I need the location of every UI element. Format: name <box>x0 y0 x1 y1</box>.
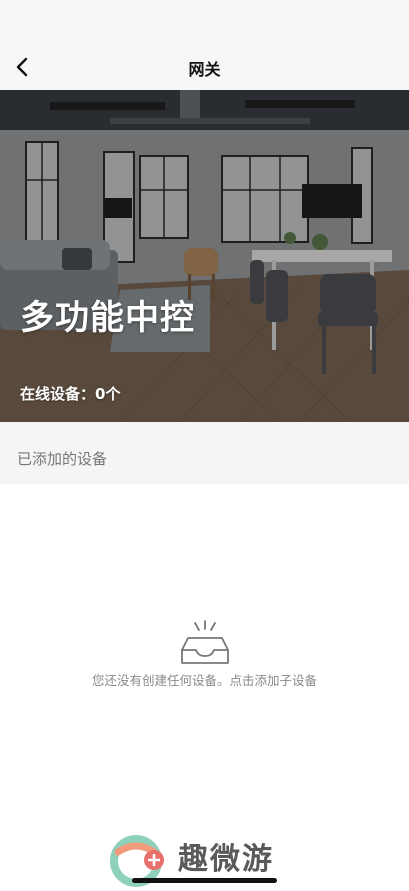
hero-banner: 多功能中控 在线设备：0个 <box>0 90 409 422</box>
empty-message[interactable]: 您还没有创建任何设备。点击添加子设备 <box>0 670 409 689</box>
empty-state[interactable]: 您还没有创建任何设备。点击添加子设备 <box>0 620 409 689</box>
empty-tray-icon <box>180 620 229 664</box>
section-title: 已添加的设备 <box>17 450 108 468</box>
watermark-text: 趣微游 <box>178 842 274 877</box>
home-indicator <box>132 878 277 883</box>
hero-background-image <box>0 90 409 422</box>
added-devices-header: 已添加的设备 <box>0 422 409 484</box>
page-title: 网关 <box>188 60 221 79</box>
online-device-count: 在线设备：0个 <box>20 385 121 403</box>
hero-title: 多功能中控 <box>20 298 195 338</box>
nav-bar: 网关 <box>0 0 409 90</box>
